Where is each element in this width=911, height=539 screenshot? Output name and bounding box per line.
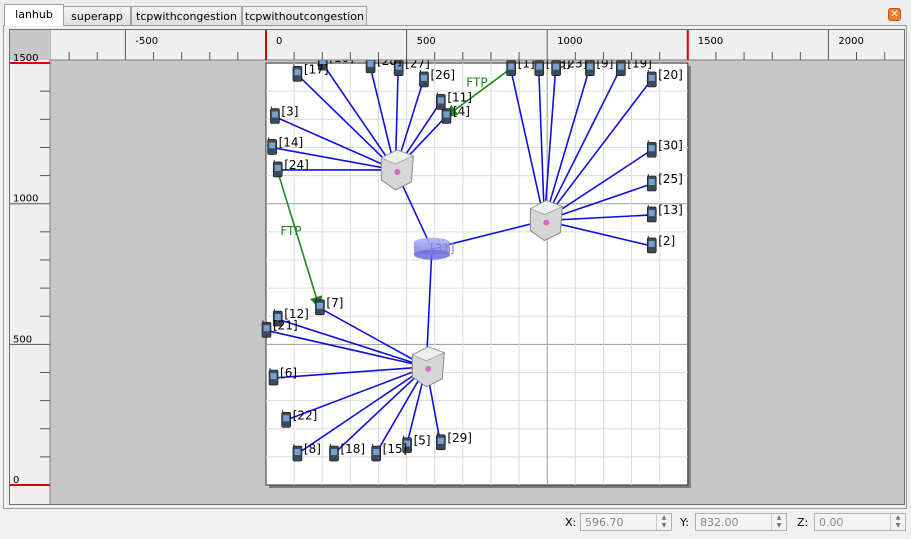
host-label: [25] xyxy=(658,172,683,186)
z-spinner[interactable]: ▲ ▼ xyxy=(890,514,905,530)
z-coordinate-field[interactable]: ▲▼ xyxy=(814,513,906,531)
host-label: [2] xyxy=(658,234,675,248)
host-label: [6] xyxy=(280,366,297,380)
ftp-label: FTP xyxy=(280,224,301,238)
host-screen-icon xyxy=(536,63,543,70)
y-spinner[interactable]: ▲ ▼ xyxy=(771,514,786,530)
host-screen-icon xyxy=(617,63,624,70)
x-label: X: xyxy=(565,516,577,529)
chevron-up-icon[interactable]: ▲ xyxy=(772,514,786,522)
host-label: [7] xyxy=(326,296,343,310)
host-screen-icon xyxy=(316,302,323,309)
host-screen-icon xyxy=(508,63,515,70)
host-label: [17] xyxy=(304,62,329,76)
tab-tcpwithcongestion[interactable]: tcpwithcongestion xyxy=(131,6,242,25)
chevron-up-icon[interactable]: ▲ xyxy=(891,514,905,522)
tab-lanhub[interactable]: lanhub xyxy=(4,4,64,26)
host-screen-icon xyxy=(648,209,655,216)
chevron-down-icon[interactable]: ▼ xyxy=(891,522,905,530)
y-label: Y: xyxy=(680,516,689,529)
tab-bar: lanhub superapp tcpwithcongestion tcpwit… xyxy=(0,0,911,26)
ruler-y-label: 500 xyxy=(13,334,32,345)
ruler-x-label: -500 xyxy=(135,36,158,47)
close-icon[interactable]: ✕ xyxy=(888,8,901,21)
ruler-x-label: 500 xyxy=(417,36,436,47)
z-coordinate-input[interactable] xyxy=(815,514,891,530)
host-label: [15] xyxy=(383,442,408,456)
y-coordinate-field[interactable]: ▲▼ xyxy=(695,513,787,531)
ruler-y-label: 1000 xyxy=(13,194,38,205)
hub-port-icon xyxy=(543,219,550,226)
host-screen-icon xyxy=(648,145,655,152)
host-screen-icon xyxy=(294,449,301,456)
router-label: [31] xyxy=(430,242,455,256)
host-screen-icon xyxy=(274,164,281,171)
ruler-x-label: 1500 xyxy=(698,36,723,47)
tab-superapp[interactable]: superapp xyxy=(63,6,131,25)
host-screen-icon xyxy=(373,449,380,456)
host-label: [18] xyxy=(340,442,365,456)
chevron-down-icon[interactable]: ▼ xyxy=(772,522,786,530)
host-screen-icon xyxy=(263,325,270,332)
host-screen-icon xyxy=(367,60,374,67)
host-screen-icon xyxy=(553,63,560,70)
x-coordinate-field[interactable]: ▲▼ xyxy=(580,513,672,531)
x-coordinate-input[interactable] xyxy=(581,514,657,530)
hub-port-icon xyxy=(425,365,432,372)
host-screen-icon xyxy=(586,63,593,70)
chevron-up-icon[interactable]: ▲ xyxy=(657,514,671,522)
hub-port-icon xyxy=(394,168,401,175)
scene-svg[interactable]: FTPFTP[31][1][2][3][4][5][6][7][8][9][10… xyxy=(10,30,905,505)
host-screen-icon xyxy=(271,111,278,118)
host-label: [13] xyxy=(658,203,683,217)
playground[interactable] xyxy=(265,62,689,486)
host-screen-icon xyxy=(330,449,337,456)
x-spinner[interactable]: ▲ ▼ xyxy=(656,514,671,530)
y-coordinate-input[interactable] xyxy=(696,514,772,530)
host-screen-icon xyxy=(437,437,444,444)
network-canvas[interactable]: FTPFTP[31][1][2][3][4][5][6][7][8][9][10… xyxy=(9,29,905,505)
host-screen-icon xyxy=(420,74,427,81)
host-label: [14] xyxy=(279,135,304,149)
vertical-ruler[interactable] xyxy=(10,30,50,505)
ftp-label: FTP xyxy=(466,76,487,90)
chevron-down-icon[interactable]: ▼ xyxy=(657,522,671,530)
ruler-x-label: 1000 xyxy=(557,36,582,47)
host-label: [24] xyxy=(284,158,309,172)
z-label: Z: xyxy=(797,516,809,529)
host-screen-icon xyxy=(443,111,450,118)
host-label: [22] xyxy=(293,408,318,422)
tab-tcpwithoutcongestion[interactable]: tcpwithoutcongestion xyxy=(242,6,367,25)
host-label: [20] xyxy=(658,68,683,82)
host-label: [8] xyxy=(304,442,321,456)
host-screen-icon xyxy=(437,97,444,104)
host-screen-icon xyxy=(294,69,301,76)
host-label: [29] xyxy=(447,431,472,445)
host-label: [11] xyxy=(447,90,472,104)
ruler-y-label: 0 xyxy=(13,475,19,486)
host-label: [26] xyxy=(430,68,455,82)
host-label: [30] xyxy=(658,138,683,152)
ruler-x-label: 0 xyxy=(276,36,282,47)
ruler-x-label: 2000 xyxy=(838,36,863,47)
host-screen-icon xyxy=(269,142,276,149)
host-screen-icon xyxy=(648,74,655,81)
host-label: [4] xyxy=(453,104,470,118)
host-screen-icon xyxy=(283,415,290,422)
host-label: [5] xyxy=(414,434,431,448)
ruler-y-label: 1500 xyxy=(13,53,38,64)
host-screen-icon xyxy=(270,373,277,380)
host-screen-icon xyxy=(648,179,655,186)
host-label: [21] xyxy=(273,318,298,332)
host-label: [3] xyxy=(281,104,298,118)
host-screen-icon xyxy=(648,240,655,247)
